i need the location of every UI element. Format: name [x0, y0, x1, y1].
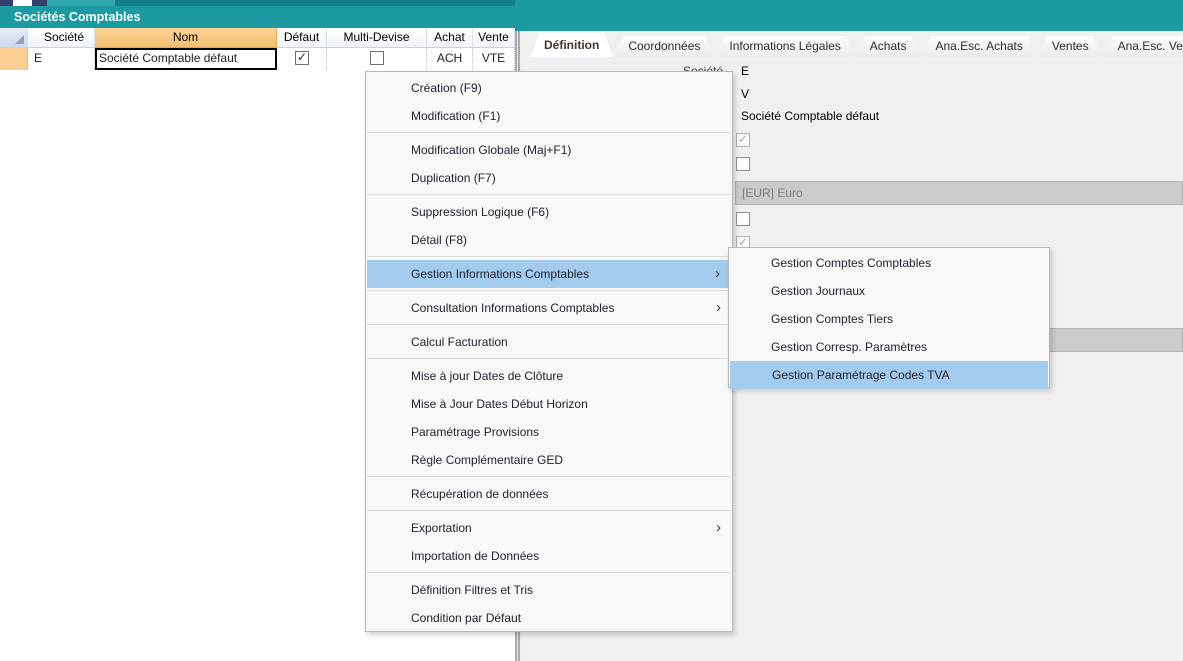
- menu-item-recuperation-de-donnees[interactable]: Récupération de données: [366, 480, 732, 508]
- menu-item-suppression-logique[interactable]: Suppression Logique (F6): [366, 198, 732, 226]
- tab-achats[interactable]: Achats: [857, 36, 920, 57]
- submenu-arrow-icon: ›: [715, 260, 720, 288]
- pane-title: Sociétés Comptables: [0, 6, 515, 28]
- menu-separator: [367, 132, 731, 133]
- tab-ana-esc-achats[interactable]: Ana.Esc. Achats: [922, 36, 1035, 57]
- menu-item-regle-complementaire-ged[interactable]: Règle Complémentaire GED: [366, 446, 732, 474]
- defaut-form-checkbox: ✓: [736, 133, 750, 147]
- menu-separator: [367, 324, 731, 325]
- cell-vente[interactable]: VTE: [473, 48, 515, 70]
- devise-combo-disabled: [EUR] Euro: [735, 181, 1183, 205]
- menu-item-gestion-informations-comptables[interactable]: Gestion Informations Comptables ›: [367, 260, 731, 288]
- submenu-item-gestion-parametrage-codes-tva[interactable]: Gestion Paramétrage Codes TVA: [730, 361, 1048, 389]
- col-header-multi-devise[interactable]: Multi-Devise: [327, 28, 427, 48]
- col-header-vente[interactable]: Vente: [473, 28, 515, 48]
- tab-definition[interactable]: Définition: [531, 33, 612, 57]
- menu-separator: [367, 290, 731, 291]
- menu-separator: [367, 510, 731, 511]
- menu-separator: [367, 572, 731, 573]
- societe-field-value: E: [741, 64, 749, 78]
- menu-item-label: Gestion Informations Comptables: [411, 267, 589, 281]
- menu-item-mise-a-jour-dates-cloture[interactable]: Mise à jour Dates de Clôture: [366, 362, 732, 390]
- table-header-row: Société Nom Défaut Multi-Devise Achat Ve…: [0, 28, 515, 48]
- col-header-defaut[interactable]: Défaut: [277, 28, 327, 48]
- menu-item-label: Consultation Informations Comptables: [411, 301, 614, 315]
- tab-ventes[interactable]: Ventes: [1039, 36, 1102, 57]
- defaut-checkbox[interactable]: ✓: [295, 51, 309, 65]
- menu-separator: [367, 476, 731, 477]
- tab-ana-esc-ventes[interactable]: Ana.Esc. Ventes: [1105, 36, 1183, 57]
- achat-form-checkbox[interactable]: [736, 212, 750, 226]
- multi-devise-form-checkbox[interactable]: [736, 157, 750, 171]
- tab-informations-legales[interactable]: Informations Légales: [716, 36, 853, 57]
- app-window: Sociétés Comptables Société Nom Défaut M…: [0, 0, 1183, 661]
- multi-devise-checkbox[interactable]: [370, 51, 384, 65]
- cell-defaut: ✓: [277, 48, 327, 70]
- menu-item-parametrage-provisions[interactable]: Paramétrage Provisions: [366, 418, 732, 446]
- gestion-submenu: Gestion Comptes Comptables Gestion Journ…: [728, 247, 1050, 388]
- col-header-nom[interactable]: Nom: [95, 28, 277, 48]
- menu-item-consultation-informations-comptables[interactable]: Consultation Informations Comptables ›: [366, 294, 732, 322]
- menu-item-definition-filtres-et-tris[interactable]: Définition Filtres et Tris: [366, 576, 732, 604]
- menu-item-label: Exportation: [411, 521, 472, 535]
- submenu-item-gestion-comptes-tiers[interactable]: Gestion Comptes Tiers: [729, 305, 1049, 333]
- menu-separator: [367, 358, 731, 359]
- menu-separator: [367, 256, 731, 257]
- select-all-corner[interactable]: [0, 28, 28, 48]
- menu-item-modification[interactable]: Modification (F1): [366, 102, 732, 130]
- cell-societe[interactable]: E: [28, 48, 95, 70]
- menu-item-creation[interactable]: Création (F9): [366, 74, 732, 102]
- col-header-societe[interactable]: Société: [28, 28, 95, 48]
- submenu-item-gestion-comptes-comptables[interactable]: Gestion Comptes Comptables: [729, 249, 1049, 277]
- checkmark-icon: ✓: [297, 51, 307, 63]
- tab-coordonnees[interactable]: Coordonnées: [615, 36, 713, 57]
- menu-item-modification-globale[interactable]: Modification Globale (Maj+F1): [366, 136, 732, 164]
- menu-item-calcul-facturation[interactable]: Calcul Facturation: [366, 328, 732, 356]
- nom-field-value: Société Comptable défaut: [741, 109, 879, 123]
- context-menu: Création (F9) Modification (F1) Modifica…: [365, 71, 733, 632]
- submenu-item-gestion-corresp-parametres[interactable]: Gestion Corresp. Paramètres: [729, 333, 1049, 361]
- cell-nom-focused[interactable]: Société Comptable défaut: [95, 48, 277, 70]
- submenu-arrow-icon: ›: [716, 514, 721, 542]
- menu-item-mise-a-jour-dates-debut-horizon[interactable]: Mise à Jour Dates Début Horizon: [366, 390, 732, 418]
- submenu-item-gestion-journaux[interactable]: Gestion Journaux: [729, 277, 1049, 305]
- detail-tabbar: Définition Coordonnées Informations Léga…: [531, 33, 1183, 57]
- menu-item-detail[interactable]: Détail (F8): [366, 226, 732, 254]
- submenu-arrow-icon: ›: [716, 294, 721, 322]
- cell-multi-devise: [327, 48, 427, 70]
- cell-achat[interactable]: ACH: [427, 48, 473, 70]
- checkmark-icon: ✓: [738, 133, 748, 145]
- menu-item-exportation[interactable]: Exportation ›: [366, 514, 732, 542]
- menu-item-duplication[interactable]: Duplication (F7): [366, 164, 732, 192]
- row-selector-cell[interactable]: [0, 48, 28, 70]
- menu-item-condition-par-defaut[interactable]: Condition par Défaut: [366, 604, 732, 632]
- col-header-achat[interactable]: Achat: [427, 28, 473, 48]
- table-row[interactable]: E Société Comptable défaut ✓ ACH VTE: [0, 48, 515, 70]
- select-all-triangle-icon: [15, 35, 24, 44]
- code-field-value: V: [741, 87, 749, 101]
- menu-item-importation-de-donnees[interactable]: Importation de Données: [366, 542, 732, 570]
- menu-separator: [367, 194, 731, 195]
